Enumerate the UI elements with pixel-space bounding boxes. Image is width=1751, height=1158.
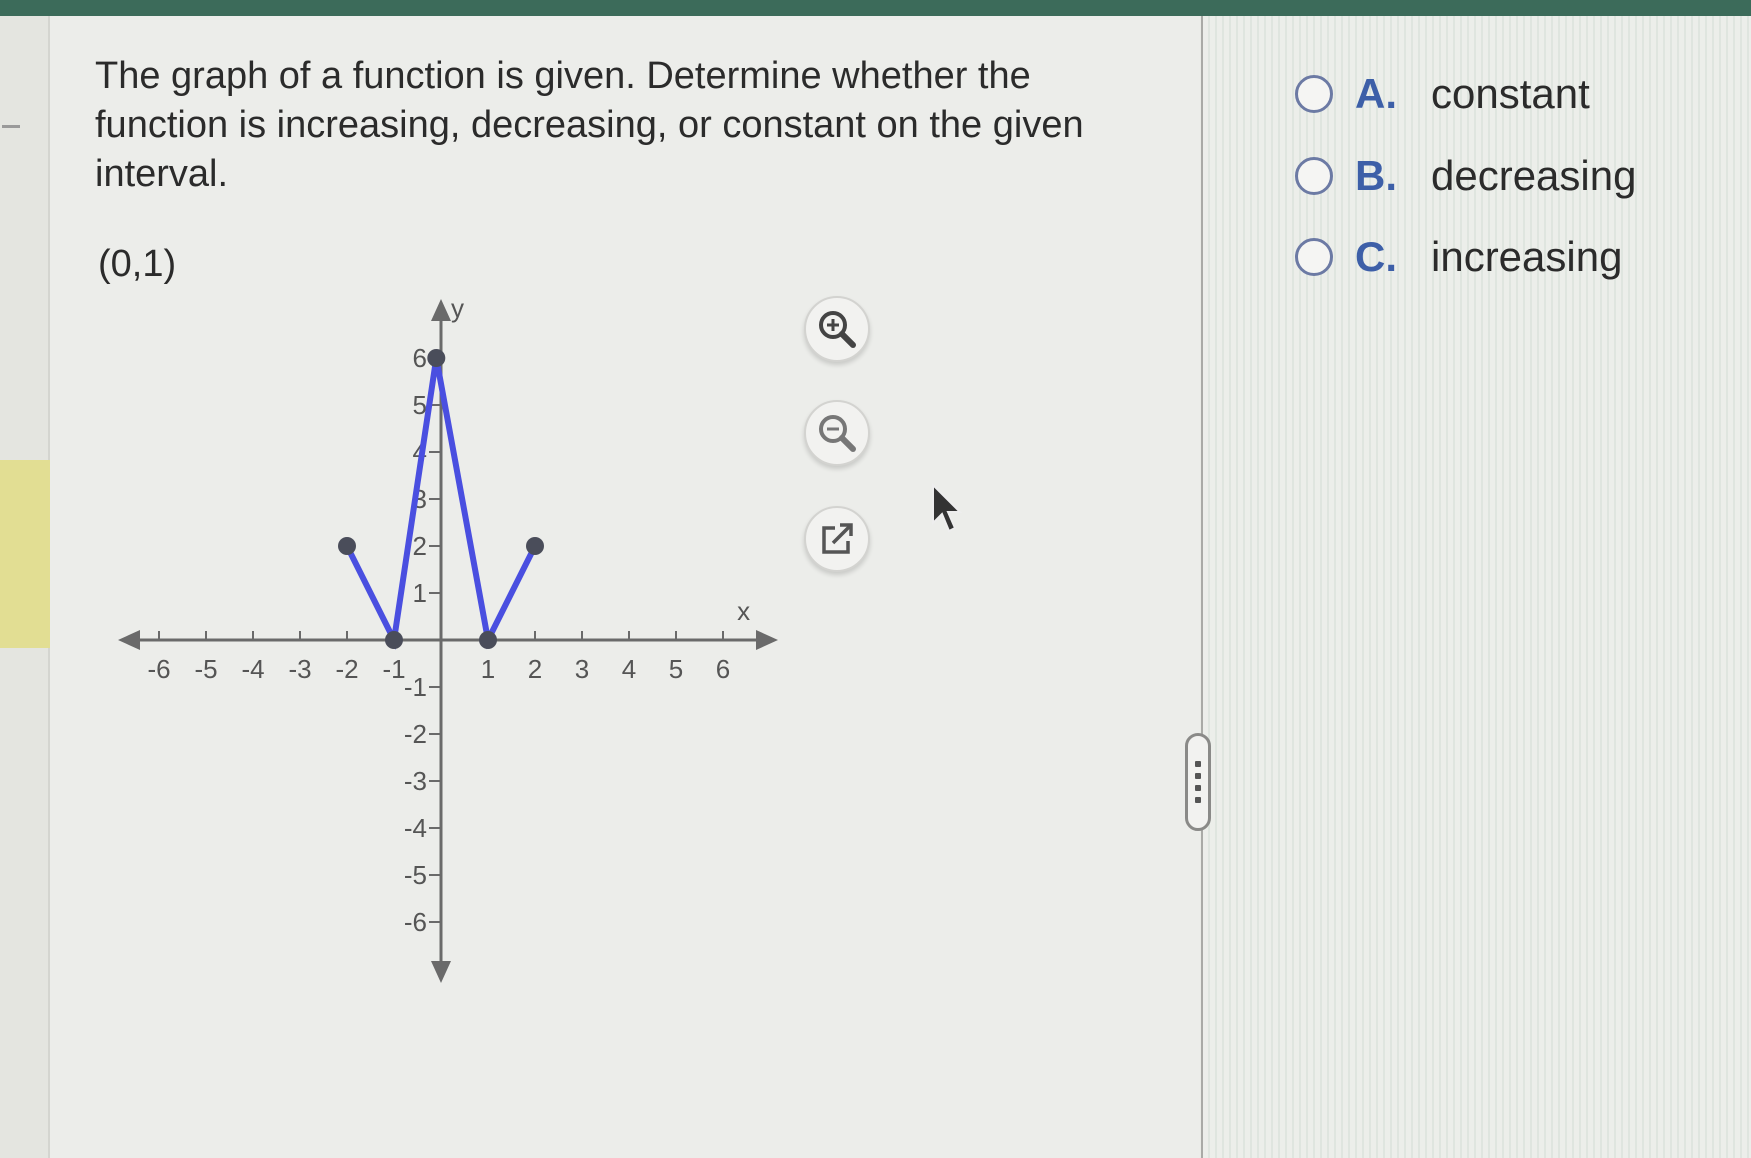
choice-a-letter: A. xyxy=(1355,70,1397,117)
x-tick-label: -6 xyxy=(147,654,170,684)
choice-c[interactable]: C. increasing xyxy=(1295,233,1622,281)
left-panel-marker xyxy=(2,125,20,128)
y-tick-label: 1 xyxy=(413,578,427,608)
x-tick-label: -2 xyxy=(335,654,358,684)
y-axis-label: y xyxy=(451,295,464,323)
zoom-out-icon xyxy=(819,415,856,452)
closed-point xyxy=(338,537,356,555)
x-tick-label: -1 xyxy=(382,654,405,684)
top-bar xyxy=(0,0,1751,16)
x-tick-label: 4 xyxy=(622,654,636,684)
closed-point xyxy=(526,537,544,555)
x-tick-label: 6 xyxy=(716,654,730,684)
radio-choice-a[interactable] xyxy=(1295,75,1333,113)
choice-c-text: increasing xyxy=(1431,233,1623,280)
y-tick-label: -1 xyxy=(404,672,427,702)
handle-dot xyxy=(1195,761,1201,767)
function-graph: -6 -5 -4 -3 -2 -1 1 2 3 4 5 6654321-1-2-3-4-5-6 x y xyxy=(118,295,778,983)
popout-icon xyxy=(822,523,853,554)
choice-b[interactable]: B. decreasing xyxy=(1295,152,1636,200)
choice-b-letter: B. xyxy=(1355,152,1397,199)
x-tick-label: 3 xyxy=(575,654,589,684)
closed-point xyxy=(479,631,497,649)
choice-a-text: constant xyxy=(1431,70,1590,117)
y-axis-bottom-arrow xyxy=(431,961,451,983)
radio-choice-b[interactable] xyxy=(1295,157,1333,195)
pane-resize-handle[interactable] xyxy=(1185,733,1211,831)
closed-point xyxy=(385,631,403,649)
x-tick-label: -3 xyxy=(288,654,311,684)
popout-button[interactable] xyxy=(804,506,870,572)
x-tick-label: 5 xyxy=(669,654,683,684)
x-axis-right-arrow xyxy=(756,630,778,650)
x-axis-left-arrow xyxy=(118,630,140,650)
zoom-in-icon xyxy=(819,311,856,348)
closed-point xyxy=(427,349,446,367)
y-tick-label: -6 xyxy=(404,907,427,937)
handle-dot xyxy=(1195,797,1201,803)
handle-dot xyxy=(1195,773,1201,779)
x-tick-label: -5 xyxy=(194,654,217,684)
y-tick-label: -2 xyxy=(404,719,427,749)
y-tick-label: -4 xyxy=(404,813,427,843)
x-tick-label: 1 xyxy=(481,654,495,684)
handle-dot xyxy=(1195,785,1201,791)
question-interval: (0,1) xyxy=(98,243,177,285)
choice-b-text: decreasing xyxy=(1431,152,1637,199)
choice-c-letter: C. xyxy=(1355,233,1397,280)
y-tick-label: 2 xyxy=(413,531,427,561)
y-tick-label: -5 xyxy=(404,860,427,890)
x-tick-label: -4 xyxy=(241,654,264,684)
x-axis-label: x xyxy=(737,596,750,626)
y-tick-label: 6 xyxy=(413,343,427,373)
graph-axes xyxy=(118,299,778,983)
question-prompt: The graph of a function is given. Determ… xyxy=(95,55,1084,195)
choice-a[interactable]: A. constant xyxy=(1295,70,1590,118)
radio-choice-c[interactable] xyxy=(1295,238,1333,276)
zoom-out-button[interactable] xyxy=(804,400,870,466)
x-tick-label: 2 xyxy=(528,654,542,684)
pane-divider xyxy=(1201,16,1203,1158)
y-axis-top-arrow xyxy=(431,299,451,321)
mouse-cursor-icon xyxy=(932,483,963,533)
zoom-in-button[interactable] xyxy=(804,296,870,362)
y-tick-label: -3 xyxy=(404,766,427,796)
